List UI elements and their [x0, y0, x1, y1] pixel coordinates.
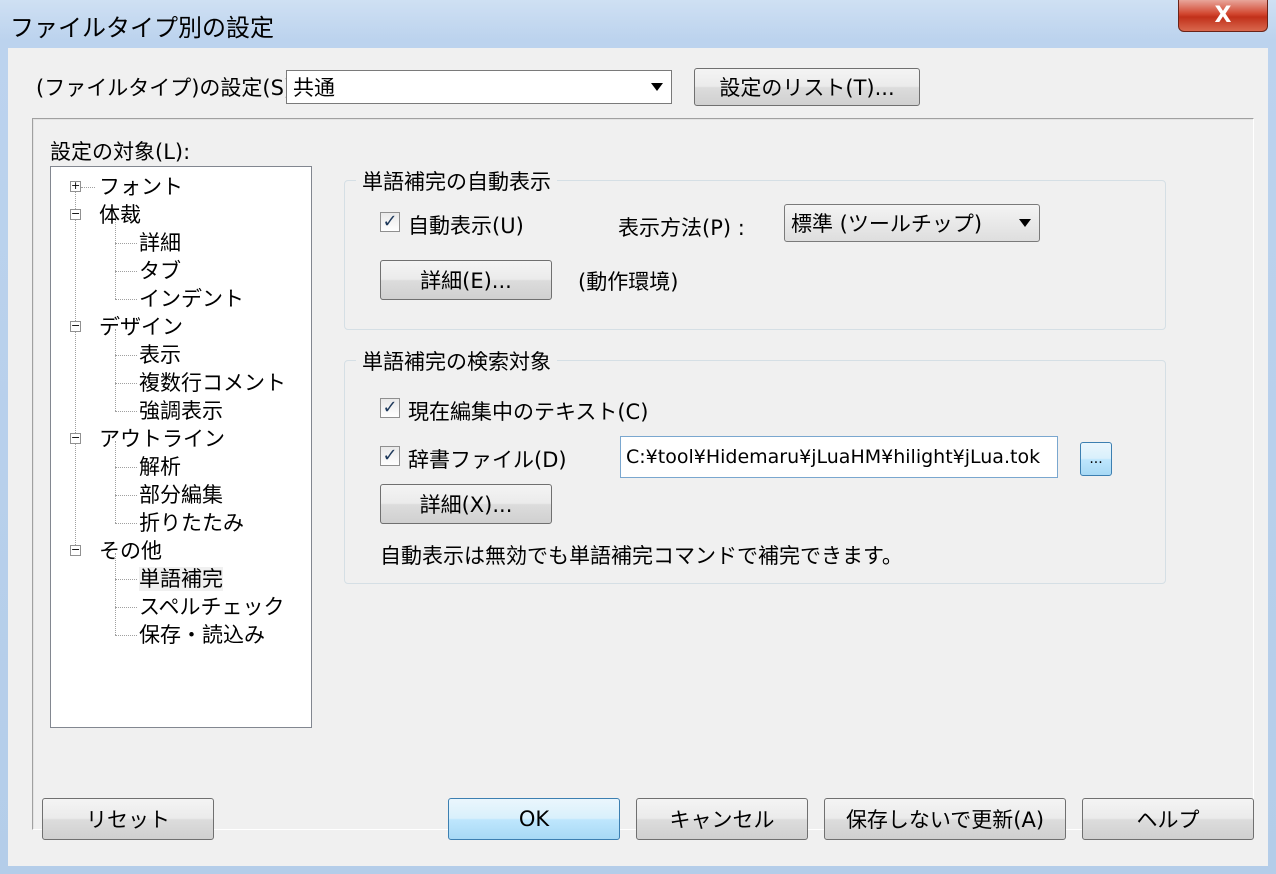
dictionary-checkbox[interactable]: ✓ — [380, 446, 400, 466]
auto-display-group — [344, 180, 1166, 330]
dictionary-label: 辞書ファイル(D) — [408, 448, 567, 472]
auto-detail-button[interactable]: 詳細(E)... — [380, 260, 552, 300]
tree-item-other[interactable]: その他 — [99, 539, 162, 563]
ok-button[interactable]: OK — [448, 798, 620, 840]
tree-item-folding[interactable]: 折りたたみ — [139, 511, 244, 535]
settings-list-button[interactable]: 設定のリスト(T)... — [694, 68, 920, 106]
tree-item-multiline-comment[interactable]: 複数行コメント — [139, 371, 286, 395]
dictionary-path-input[interactable]: C:¥tool¥Hidemaru¥jLuaHM¥hilight¥jLua.tok — [620, 436, 1058, 478]
search-target-group-title: 単語補完の検索対象 — [356, 346, 557, 376]
display-method-label: 表示方法(P) : — [618, 216, 745, 240]
tree-item-indent[interactable]: インデント — [139, 287, 244, 311]
display-method-value: 標準 (ツールチップ) — [791, 212, 983, 236]
help-button[interactable]: ヘルプ — [1082, 798, 1254, 840]
settings-tree[interactable]: + − − − − フォント 体裁 詳細 タブ インデント デザイン 表示 複数… — [50, 166, 312, 728]
tree-label: 設定の対象(L): — [50, 140, 191, 164]
tree-item-tab[interactable]: タブ — [139, 259, 181, 283]
filetype-select[interactable]: 共通 — [286, 70, 672, 104]
auto-display-label: 自動表示(U) — [408, 214, 524, 238]
dialog-window: ファイルタイプ別の設定 X (ファイルタイプ)の設定(S) : 共通 設定のリス… — [0, 0, 1276, 874]
filetype-label: (ファイルタイプ)の設定(S) : — [36, 76, 306, 100]
tree-item-layout[interactable]: 体裁 — [99, 203, 141, 227]
cancel-button[interactable]: キャンセル — [636, 798, 808, 840]
expand-icon[interactable]: + — [70, 180, 81, 192]
auto-display-group-title: 単語補完の自動表示 — [356, 166, 557, 196]
current-text-checkbox[interactable]: ✓ — [380, 398, 400, 418]
tree-item-highlight[interactable]: 強調表示 — [139, 399, 223, 423]
browse-button[interactable]: ... — [1080, 442, 1112, 476]
completion-note: 自動表示は無効でも単語補完コマンドで補完できます。 — [380, 544, 903, 568]
collapse-icon[interactable]: − — [70, 320, 81, 332]
tree-item-save-load[interactable]: 保存・読込み — [139, 623, 265, 647]
tree-item-detail[interactable]: 詳細 — [139, 231, 181, 255]
tree-item-partial-edit[interactable]: 部分編集 — [139, 483, 223, 507]
title-bar[interactable]: ファイルタイプ別の設定 X — [0, 0, 1276, 48]
window-title: ファイルタイプ別の設定 — [10, 14, 274, 42]
tree-item-outline[interactable]: アウトライン — [99, 427, 225, 451]
client-area: (ファイルタイプ)の設定(S) : 共通 設定のリスト(T)... 設定の対象(… — [8, 48, 1268, 866]
tree-item-analysis[interactable]: 解析 — [139, 455, 181, 479]
collapse-icon[interactable]: − — [70, 208, 81, 220]
tree-item-design[interactable]: デザイン — [99, 315, 183, 339]
tree-item-word-completion[interactable]: 単語補完 — [139, 567, 223, 591]
collapse-icon[interactable]: − — [70, 544, 81, 556]
close-button[interactable]: X — [1178, 0, 1268, 32]
filetype-select-value: 共通 — [293, 76, 335, 100]
tree-item-display[interactable]: 表示 — [139, 343, 181, 367]
tree-item-font[interactable]: フォント — [99, 175, 183, 199]
search-detail-button[interactable]: 詳細(X)... — [380, 484, 552, 524]
update-without-save-button[interactable]: 保存しないで更新(A) — [824, 798, 1066, 840]
collapse-icon[interactable]: − — [70, 432, 81, 444]
display-method-select[interactable]: 標準 (ツールチップ) — [784, 204, 1040, 242]
auto-display-checkbox[interactable]: ✓ — [380, 212, 400, 232]
environment-note: (動作環境) — [578, 270, 679, 294]
chevron-down-icon — [651, 83, 663, 91]
tree-item-spellcheck[interactable]: スペルチェック — [139, 595, 285, 619]
reset-button[interactable]: リセット — [42, 798, 214, 840]
current-text-label: 現在編集中のテキスト(C) — [408, 400, 649, 424]
chevron-down-icon — [1019, 219, 1031, 227]
